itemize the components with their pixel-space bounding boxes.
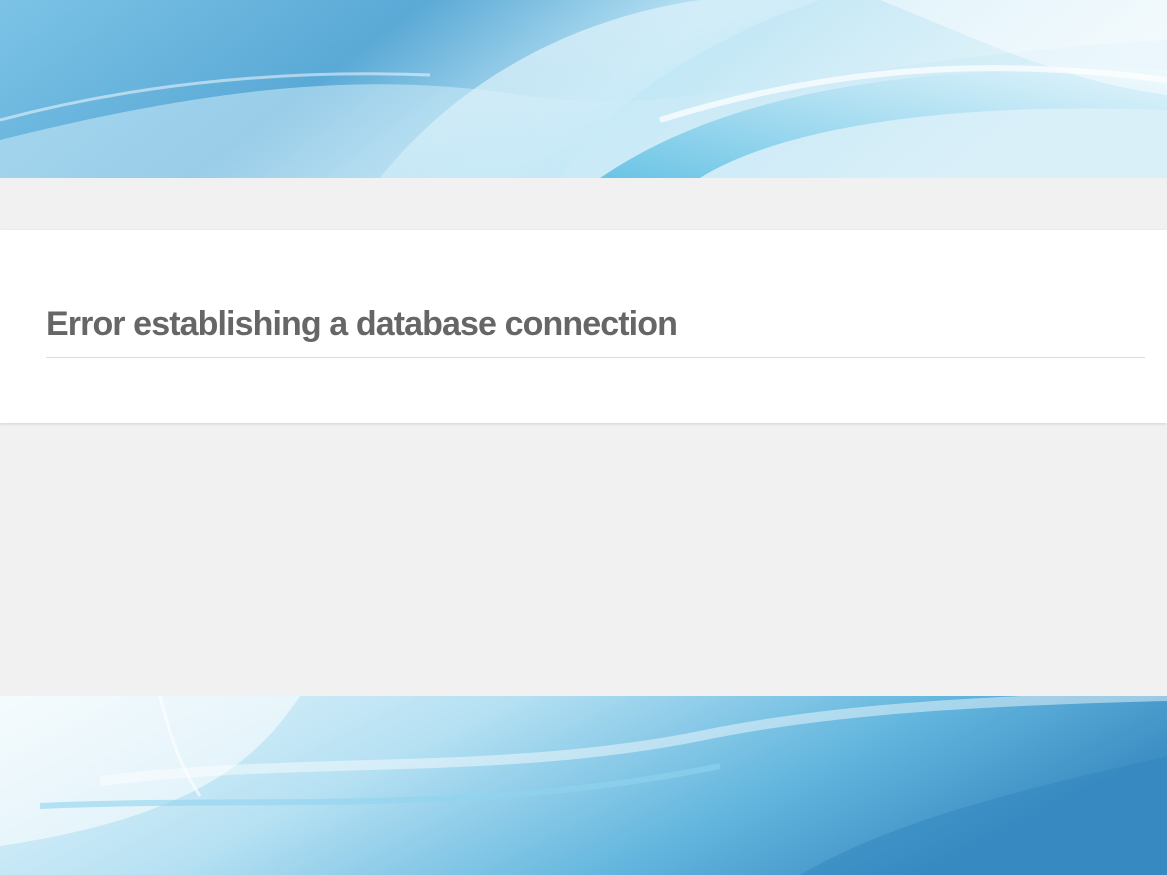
error-heading: Error establishing a database connection [46,304,1145,358]
abstract-wave-artwork-bottom [0,696,1167,875]
abstract-wave-artwork [0,0,1167,178]
desktop-wallpaper-bottom [0,696,1167,875]
desktop-wallpaper-top [0,0,1167,178]
browser-page: Error establishing a database connection [0,178,1167,696]
